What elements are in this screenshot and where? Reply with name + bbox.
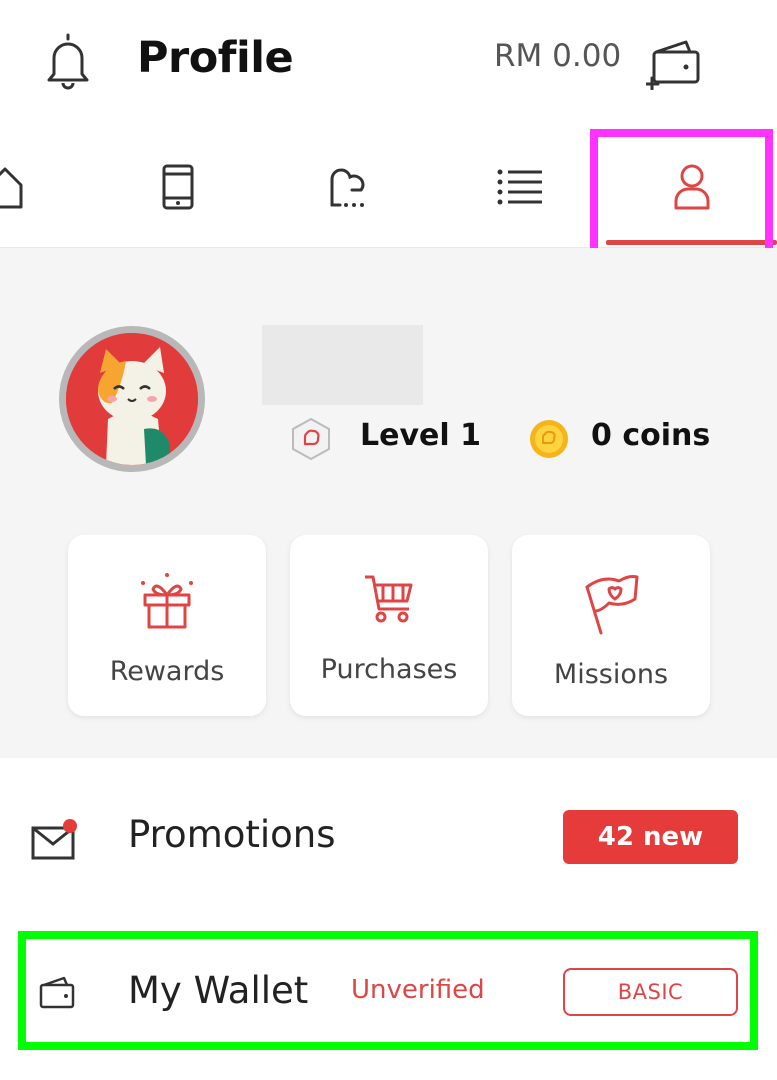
user-level: Level 1	[360, 418, 481, 453]
new-promotions-badge: 42 new	[563, 810, 738, 864]
promotions-label: Promotions	[128, 813, 336, 856]
cat-avatar-icon	[66, 333, 198, 465]
list-icon	[497, 169, 542, 204]
missions-label: Missions	[553, 659, 669, 690]
purchases-card[interactable]: Purchases	[290, 535, 488, 716]
username-placeholder	[262, 325, 423, 405]
wallet-topup-icon[interactable]	[646, 36, 704, 90]
tab-chat[interactable]	[310, 125, 386, 248]
tab-mobile[interactable]	[140, 125, 216, 248]
wallet-balance[interactable]: RM 0.00	[494, 38, 621, 74]
tab-home[interactable]	[0, 125, 40, 248]
missions-card[interactable]: Missions	[512, 535, 710, 716]
cart-icon	[365, 575, 413, 623]
coin-balance: 0 coins	[591, 418, 711, 453]
wallet-verification-status: Unverified	[351, 975, 485, 1005]
rewards-label: Rewards	[109, 656, 225, 687]
my-wallet-label: My Wallet	[128, 969, 309, 1012]
phone-icon	[162, 164, 194, 209]
user-icon	[674, 164, 710, 209]
active-tab-indicator	[606, 240, 777, 245]
tab-profile[interactable]	[652, 125, 732, 248]
gift-icon	[141, 573, 193, 629]
level-badge-icon	[292, 417, 330, 461]
tab-list[interactable]	[482, 125, 558, 248]
bottom-tab-bar	[0, 125, 777, 248]
bell-icon[interactable]	[42, 30, 94, 92]
wallet-tier-badge: BASIC	[563, 968, 738, 1016]
coin-icon	[530, 420, 568, 458]
mail-notification-icon	[31, 819, 77, 860]
purchases-label: Purchases	[320, 654, 458, 685]
wallet-icon	[39, 976, 75, 1009]
app-header: Profile RM 0.00	[0, 0, 777, 125]
flag-icon	[585, 575, 639, 635]
page-title: Profile	[137, 33, 294, 83]
home-icon	[0, 167, 23, 208]
chat-icon	[330, 168, 365, 207]
avatar[interactable]	[59, 326, 205, 472]
rewards-card[interactable]: Rewards	[68, 535, 266, 716]
